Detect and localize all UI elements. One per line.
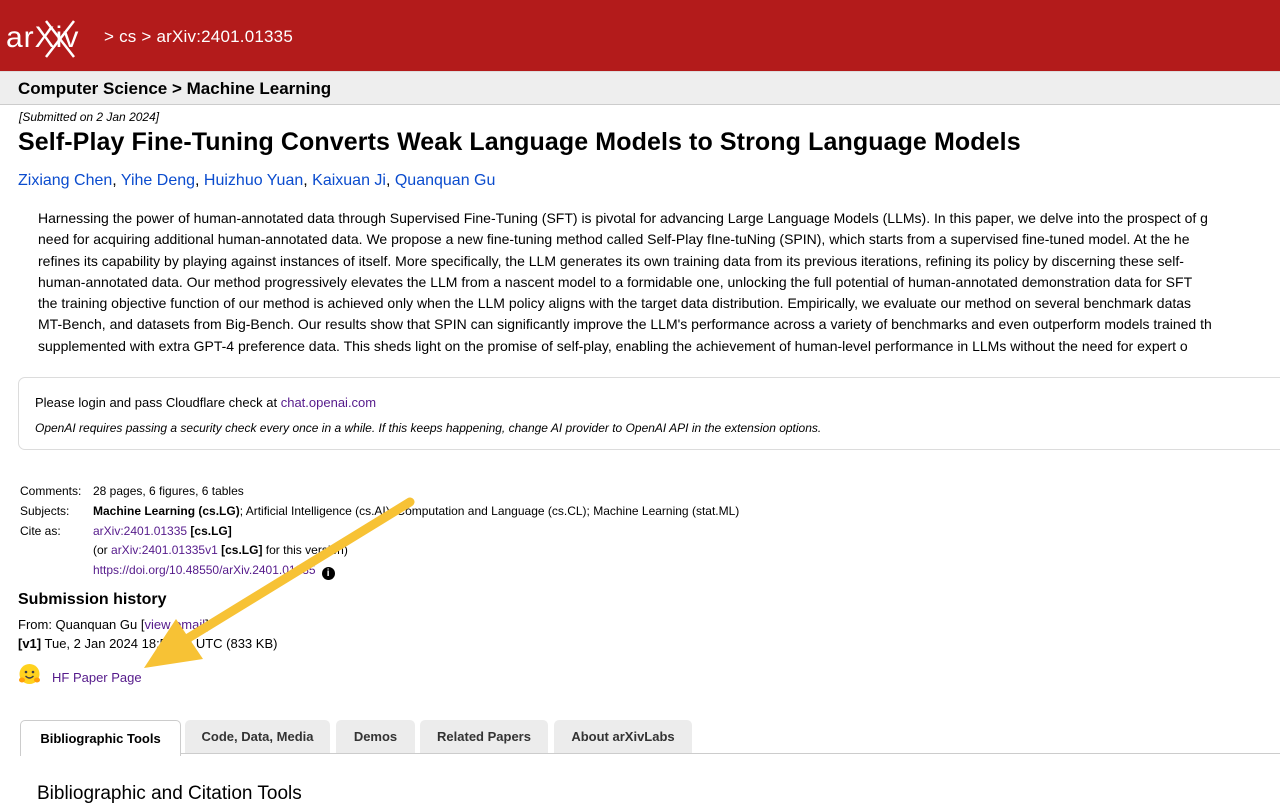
subjects-label: Subjects: [20,504,70,518]
author-link[interactable]: Kaixuan Ji [312,172,386,189]
tab-bibliographic-tools[interactable]: Bibliographic Tools [20,720,181,756]
doi-row: https://doi.org/10.48550/arXiv.2401.0133… [93,563,335,580]
notice-line-2: OpenAI requires passing a security check… [35,421,822,435]
abstract-line: need for acquiring additional human-anno… [38,231,1190,248]
abstract-line: Harnessing the power of human-annotated … [38,210,1208,226]
view-email-link[interactable]: view email [144,617,205,632]
submission-date: [Submitted on 2 Jan 2024] [19,110,160,124]
abstract: Harnessing the power of human-annotated … [38,208,1280,357]
breadcrumb: > cs > arXiv:2401.01335 [104,27,293,46]
tab-code-data-media[interactable]: Code, Data, Media [185,720,330,753]
author-link[interactable]: Huizhuo Yuan [204,172,303,189]
cite-version: (or arXiv:2401.01335v1 [cs.LG] for this … [93,543,348,557]
extension-notice: Please login and pass Cloudflare check a… [18,377,1280,450]
comments-value: 28 pages, 6 figures, 6 tables [93,484,244,498]
abstract-line: the training objective function of our m… [38,295,1192,312]
cite-label: Cite as: [20,524,61,538]
abstract-line: MT-Bench, and datasets from Big-Bench. O… [38,316,1212,333]
paper-title: Self-Play Fine-Tuning Converts Weak Lang… [18,128,1021,156]
category-bar: Computer Science > Machine Learning [0,71,1280,105]
tab-about-arxivlabs[interactable]: About arXivLabs [554,720,692,753]
submission-history-heading: Submission history [18,591,167,608]
breadcrumb-cs[interactable]: cs [119,27,136,46]
header-bar: arXiv > cs > arXiv:2401.01335 [0,0,1280,71]
hf-paper-page-link[interactable]: HF Paper Page [52,670,142,685]
comments-label: Comments: [20,484,82,498]
abstract-line: human-annotated data. Our method progres… [38,273,1193,290]
version-1: [v1] Tue, 2 Jan 2024 18:53:13 UTC (833 K… [18,636,278,651]
notice-line-1: Please login and pass Cloudflare check a… [35,395,377,410]
cite-link[interactable]: arXiv:2401.01335 [93,524,187,538]
author-link[interactable]: Yihe Deng [121,172,195,189]
hugging-face-icon [19,664,40,684]
author-link[interactable]: Quanquan Gu [395,172,496,189]
tab-related-papers[interactable]: Related Papers [420,720,548,753]
doi-link[interactable]: https://doi.org/10.48550/arXiv.2401.0133… [93,563,316,577]
section-heading: Bibliographic and Citation Tools [37,783,302,804]
breadcrumb-paper-id[interactable]: arXiv:2401.01335 [157,27,293,46]
author-list: Zixiang Chen, Yihe Deng, Huizhuo Yuan, K… [18,172,496,189]
abstract-line: refines its capability by playing agains… [38,252,1184,269]
cite-version-link[interactable]: arXiv:2401.01335v1 [111,543,218,557]
submitter: From: Quanquan Gu [view email] [18,617,209,632]
cite-value: arXiv:2401.01335 [cs.LG] [93,524,232,538]
arxiv-logo[interactable]: arXiv [6,18,100,60]
subjects-value: Machine Learning (cs.LG); Artificial Int… [93,504,740,518]
tab-divider [180,753,1280,754]
category-title: Computer Science > Machine Learning [18,79,332,98]
tab-demos[interactable]: Demos [336,720,415,753]
author-link[interactable]: Zixiang Chen [18,172,112,189]
abstract-line: supplemented with extra GPT-4 preference… [38,337,1188,354]
chat-openai-link[interactable]: chat.openai.com [281,395,376,410]
info-icon[interactable]: i [321,567,335,580]
